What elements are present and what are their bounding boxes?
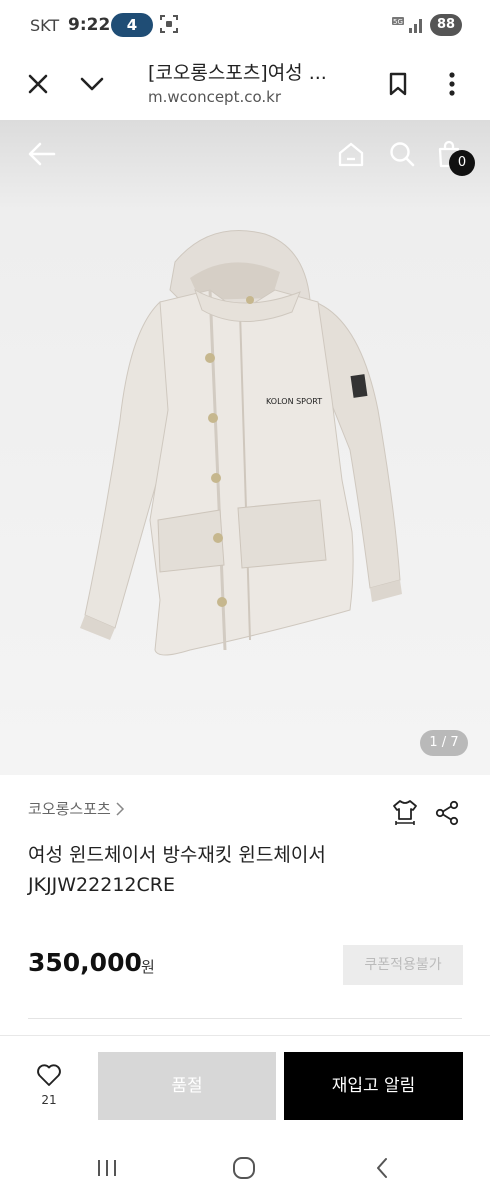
brand-name: 코오롱스포츠 (28, 800, 111, 818)
jacket-logo-text: KOLON SPORT (266, 397, 322, 406)
battery-indicator: 88 (430, 14, 462, 36)
home-nav-icon[interactable] (224, 1153, 264, 1183)
screenshot-scan-icon (160, 15, 178, 37)
notification-badge: 4 (111, 13, 153, 37)
soldout-button[interactable]: 품절 (98, 1052, 276, 1120)
brand-link[interactable]: 코오롱스포츠 (28, 798, 125, 819)
network-type-label: 5G (393, 18, 403, 26)
home-icon[interactable] (335, 138, 367, 170)
chevron-right-icon (116, 801, 124, 816)
product-gallery[interactable]: KOLON SPORT (0, 120, 490, 775)
close-icon[interactable] (20, 66, 56, 102)
like-count: 21 (41, 1093, 57, 1107)
jacket-product-image: KOLON SPORT (80, 230, 402, 656)
search-icon[interactable] (386, 138, 418, 170)
product-name-line2: JKJJW22212CRE (28, 874, 175, 896)
status-bar: SKT 9:22 4 5G 88 (0, 0, 490, 52)
share-icon[interactable] (432, 798, 462, 828)
recent-apps-icon[interactable] (87, 1153, 127, 1183)
restock-alert-button[interactable]: 재입고 알림 (284, 1052, 463, 1120)
size-guide-shirt-icon[interactable] (390, 798, 420, 828)
browser-toolbar: [코오롱스포츠]여성 ... m.wconcept.co.kr (0, 52, 490, 120)
currency-label: 원 (141, 958, 155, 976)
back-arrow-icon[interactable] (24, 138, 60, 170)
page-title[interactable]: [코오롱스포츠]여성 ... (148, 58, 327, 85)
product-name-line1: 여성 윈드체이서 방수재킷 윈드체이서 (28, 844, 326, 866)
like-button[interactable]: 21 (28, 1063, 70, 1107)
chevron-down-icon[interactable] (74, 66, 110, 102)
product-name: 여성 윈드체이서 방수재킷 윈드체이서 JKJJW22212CRE (28, 840, 408, 900)
product-price: 350,000 (28, 948, 142, 977)
bookmark-icon[interactable] (380, 66, 416, 102)
page-url[interactable]: m.wconcept.co.kr (148, 88, 281, 106)
signal-icon: 5G (392, 15, 426, 39)
divider (28, 1018, 462, 1019)
coupon-button[interactable]: 쿠폰적용불가 (343, 945, 463, 985)
gallery-counter: 1 / 7 (420, 730, 468, 756)
heart-icon (37, 1064, 61, 1086)
cart-count-badge: 0 (449, 150, 475, 176)
more-vertical-icon[interactable] (434, 66, 470, 102)
back-nav-icon[interactable] (362, 1153, 402, 1183)
carrier-label: SKT (30, 16, 60, 35)
system-navigation-bar (0, 1135, 490, 1200)
clock: 9:22 (68, 15, 111, 35)
